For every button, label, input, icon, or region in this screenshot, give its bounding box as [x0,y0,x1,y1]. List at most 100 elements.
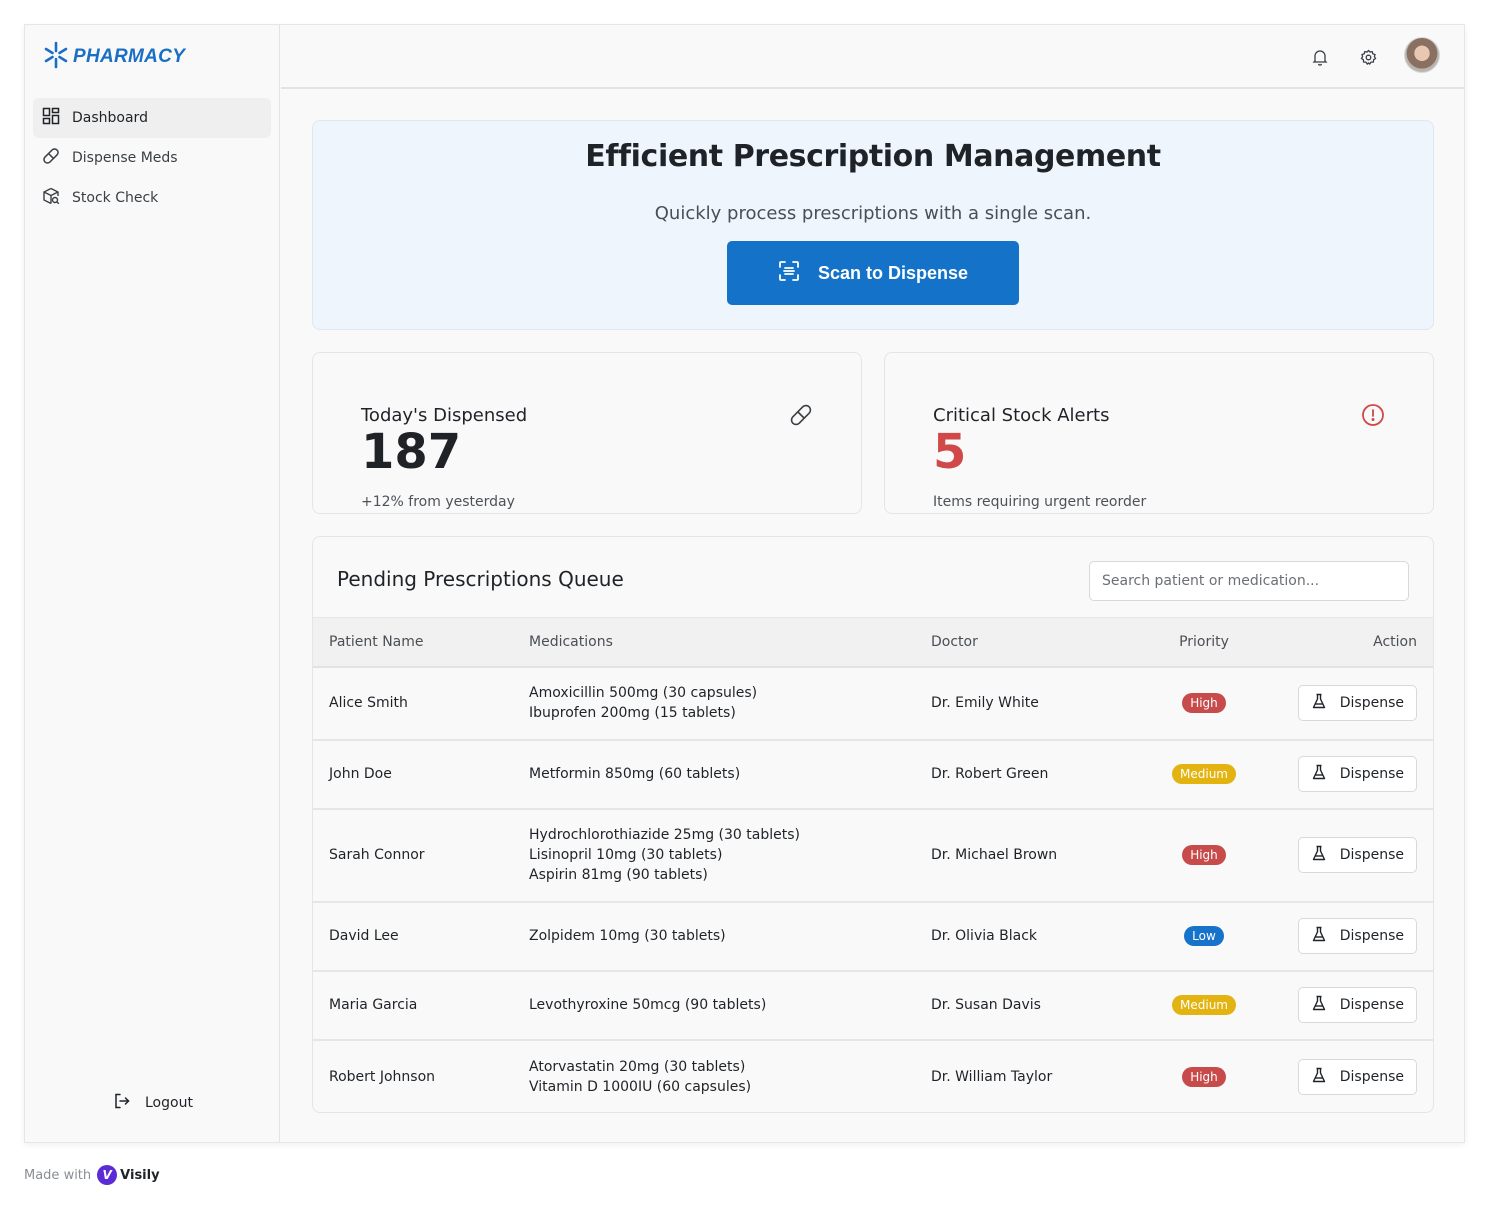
medication-line: Metformin 850mg (60 tablets) [529,766,741,782]
patient-name: Robert Johnson [329,1068,436,1085]
doctor-name: Dr. Robert Green [931,766,1049,782]
flask-icon [1312,845,1326,865]
medication-line: Hydrochlorothiazide 25mg (30 tablets) [529,827,800,843]
table-row: Maria Garcia Levothyroxine 50mcg (90 tabl… [313,971,1433,1040]
flask-icon [1312,1067,1326,1087]
medications-cell: Levothyroxine 50mcg (90 tablets) [529,971,931,1040]
priority-badge: Medium [1172,995,1236,1015]
stat-card-stock-alerts: Critical Stock Alerts 5 Items requiring … [884,352,1434,514]
priority-badge: High [1182,845,1226,865]
logout-icon [113,1092,131,1114]
medications-cell: Metformin 850mg (60 tablets) [529,740,931,809]
asterisk-logo-icon [43,41,69,73]
column-header-priority[interactable]: Priority [1143,618,1265,667]
medication-line: Aspirin 81mg (90 tablets) [529,867,708,883]
stat-label: Critical Stock Alerts [933,405,1110,426]
dispense-button-label: Dispense [1339,1068,1404,1085]
scan-to-dispense-button[interactable]: Scan to Dispense [727,241,1019,305]
sidebar-item-dashboard[interactable]: Dashboard [33,98,271,138]
priority-cell: High [1143,1040,1265,1113]
medication-line: Ibuprofen 200mg (15 tablets) [529,705,736,721]
flask-icon [1312,926,1326,946]
stat-note: Items requiring urgent reorder [933,494,1147,510]
avatar[interactable] [1404,37,1440,73]
sidebar-item-label: Stock Check [72,190,159,206]
action-cell: Dispense [1265,809,1433,902]
table-row: John Doe Metformin 850mg (60 tablets) Dr. … [313,740,1433,809]
sidebar-item-label: Dashboard [72,110,148,126]
dispense-button[interactable]: Dispense [1297,918,1417,954]
action-cell: Dispense [1265,1040,1433,1113]
patient-name: Maria Garcia [329,997,418,1013]
alert-circle-icon [1361,403,1385,431]
priority-cell: Medium [1143,740,1265,809]
action-cell: Dispense [1265,667,1433,740]
sidebar-item-stock-check[interactable]: Stock Check [33,178,271,218]
made-with-label: Made with [24,1167,92,1183]
medications-cell: Zolpidem 10mg (30 tablets) [529,902,931,971]
column-header-medications[interactable]: Medications [529,618,931,667]
doctor-name: Dr. William Taylor [931,1068,1053,1085]
dispense-button[interactable]: Dispense [1297,685,1417,721]
sidebar-item-dispense-meds[interactable]: Dispense Meds [33,138,271,178]
medication-line: Lisinopril 10mg (30 tablets) [529,847,723,863]
stat-value: 5 [933,424,967,480]
stat-value: 187 [361,424,462,480]
prescriptions-table: Patient Name Medications Doctor Priority… [313,617,1433,1113]
dispense-button-label: Dispense [1339,928,1404,944]
bell-icon[interactable] [1310,47,1330,67]
medications-cell: Hydrochlorothiazide 25mg (30 tablets) Lis… [529,809,931,902]
flask-icon [1312,693,1326,713]
dispense-button[interactable]: Dispense [1297,837,1417,873]
priority-badge: Low [1184,926,1224,946]
package-search-icon [42,187,60,209]
made-with-footer[interactable]: Made with V Visily [24,1165,160,1185]
scan-icon [778,260,800,287]
medication-line: Levothyroxine 50mcg (90 tablets) [529,997,767,1013]
visily-brand: Visily [120,1167,160,1183]
action-cell: Dispense [1265,902,1433,971]
priority-cell: Medium [1143,971,1265,1040]
doctor-name: Dr. Susan Davis [931,997,1041,1013]
column-header-patient[interactable]: Patient Name [313,618,529,667]
brand-logo[interactable]: PHARMACY [43,41,185,73]
hero-title: Efficient Prescription Management [585,139,1161,174]
pill-icon [42,147,60,169]
pill-icon [789,403,813,431]
brand-name: PHARMACY [73,46,186,67]
action-cell: Dispense [1265,971,1433,1040]
priority-cell: Low [1143,902,1265,971]
hero-subtitle: Quickly process prescriptions with a sin… [654,203,1092,224]
queue-title: Pending Prescriptions Queue [337,567,624,591]
dispense-button[interactable]: Dispense [1297,987,1417,1023]
dispense-button-label: Dispense [1339,766,1404,782]
medication-line: Amoxicillin 500mg (30 capsules) [529,685,758,701]
sidebar: PHARMACY Dashboard Dispense Meds Stock C… [25,25,280,1142]
patient-name: David Lee [329,928,399,944]
gear-icon[interactable] [1358,47,1378,67]
dispense-button[interactable]: Dispense [1297,756,1417,792]
prescriptions-queue: Pending Prescriptions Queue Patient Name… [312,536,1434,1113]
medication-line: Zolpidem 10mg (30 tablets) [529,928,726,944]
visily-logo-icon: V [97,1165,118,1185]
medications-cell: Atorvastatin 20mg (30 tablets) Vitamin D … [529,1040,931,1113]
priority-cell: High [1143,667,1265,740]
stat-note: +12% from yesterday [361,494,515,510]
medication-line: Vitamin D 1000IU (60 capsules) [529,1078,752,1095]
patient-name: Sarah Connor [329,847,425,863]
top-bar [281,25,1464,89]
table-row: Robert Johnson Atorvastatin 20mg (30 tabl… [313,1040,1433,1113]
column-header-action: Action [1373,633,1417,650]
logout-label: Logout [145,1095,193,1111]
priority-cell: High [1143,809,1265,902]
search-input[interactable] [1089,561,1409,601]
patient-name: Alice Smith [329,695,408,711]
table-header-row: Patient Name Medications Doctor Priority… [313,617,1433,667]
medications-cell: Amoxicillin 500mg (30 capsules) Ibuprofen… [529,667,931,740]
app-window: PHARMACY Dashboard Dispense Meds Stock C… [24,24,1465,1143]
column-header-doctor[interactable]: Doctor [931,618,1143,667]
logout-button[interactable]: Logout [113,1092,193,1114]
dispense-button[interactable]: Dispense [1297,1058,1417,1095]
table-row: David Lee Zolpidem 10mg (30 tablets) Dr. O… [313,902,1433,971]
sidebar-nav: Dashboard Dispense Meds Stock Check [33,98,271,218]
